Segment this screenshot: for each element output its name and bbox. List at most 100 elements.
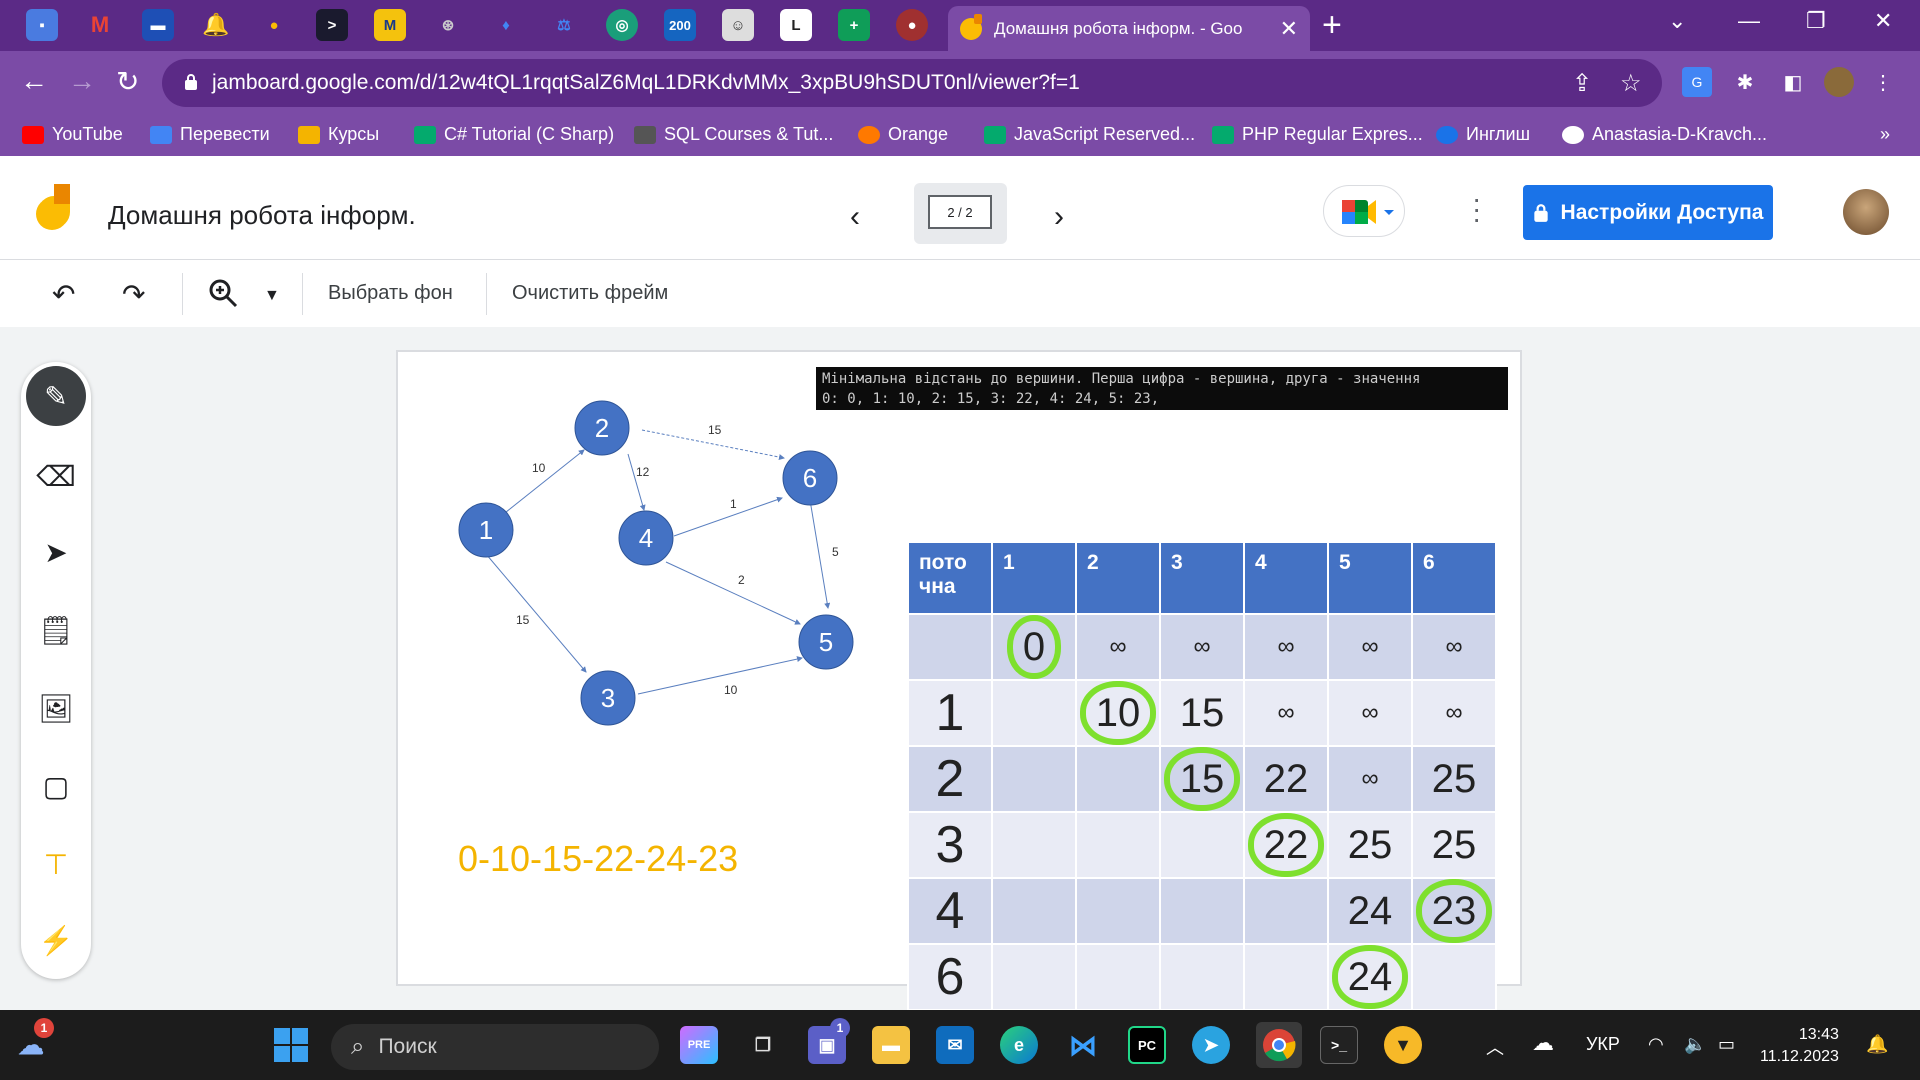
pinned-tab-bell-icon[interactable]: 🔔 bbox=[200, 9, 232, 41]
close-window-button[interactable]: ✕ bbox=[1874, 8, 1892, 34]
bookmark-orange[interactable]: Orange bbox=[858, 124, 948, 145]
new-tab-button[interactable]: + bbox=[1322, 6, 1342, 45]
pinned-tab-gmail-icon[interactable]: M bbox=[84, 9, 116, 41]
pycharm-icon[interactable]: PC bbox=[1128, 1026, 1166, 1064]
pen-tool[interactable]: ✎ bbox=[21, 366, 91, 426]
pinned-tab-avatar-icon[interactable]: ● bbox=[896, 9, 928, 41]
wifi-icon[interactable]: ◠ bbox=[1648, 1034, 1664, 1055]
zoom-icon[interactable] bbox=[208, 278, 238, 315]
active-tab[interactable]: Домашня робота інформ. - Goo ✕ bbox=[948, 6, 1310, 51]
eraser-tool[interactable]: ⌫ bbox=[21, 446, 91, 506]
close-tab-icon[interactable]: ✕ bbox=[1280, 16, 1298, 42]
edge-browser-icon[interactable]: e bbox=[1000, 1026, 1038, 1064]
answer-path-text[interactable]: 0-10-15-22-24-23 bbox=[458, 838, 738, 880]
volume-icon[interactable]: 🔈 bbox=[1684, 1034, 1706, 1055]
pinned-tab-idea-icon[interactable]: ♦ bbox=[490, 9, 522, 41]
minimize-button[interactable]: — bbox=[1738, 8, 1760, 34]
pinned-tab-m-icon[interactable]: M bbox=[374, 9, 406, 41]
previous-frame-button[interactable]: ‹ bbox=[850, 200, 860, 234]
language-indicator[interactable]: УКР bbox=[1586, 1034, 1620, 1055]
system-clock[interactable]: 13:43 11.12.2023 bbox=[1760, 1024, 1839, 1068]
lock-icon[interactable] bbox=[184, 73, 198, 91]
bookmarks-overflow-button[interactable]: » bbox=[1880, 124, 1890, 145]
start-windows-icon[interactable] bbox=[272, 1026, 310, 1064]
table-cell bbox=[1075, 811, 1161, 879]
pinned-tab-book-icon[interactable]: ▬ bbox=[142, 9, 174, 41]
bookmark-courses[interactable]: Курсы bbox=[298, 124, 379, 145]
notifications-bell-icon[interactable]: 🔔 bbox=[1866, 1034, 1888, 1055]
omnibox[interactable]: jamboard.google.com/d/12w4tQL1rqqtSalZ6M… bbox=[162, 59, 1662, 107]
chrome-menu-icon[interactable]: ⋮ bbox=[1868, 67, 1898, 97]
share-page-icon[interactable]: ⇪ bbox=[1572, 69, 1592, 98]
table-cell: ∞ bbox=[1327, 745, 1413, 813]
side-panel-icon[interactable]: ◧ bbox=[1778, 67, 1808, 97]
pinned-tab-contacts-icon[interactable]: ▪ bbox=[26, 9, 58, 41]
zoom-dropdown-icon[interactable]: ▼ bbox=[264, 287, 280, 305]
laser-tool[interactable]: ⚡ bbox=[21, 910, 91, 970]
shape-tool[interactable]: ▢ bbox=[21, 756, 91, 816]
pinned-tab-lightbulb-icon[interactable]: ● bbox=[258, 9, 290, 41]
vpn-shield-icon[interactable]: ▼ bbox=[1384, 1026, 1422, 1064]
tab-search-chevron-icon[interactable]: ⌄ bbox=[1668, 8, 1686, 34]
pinned-tab-circle-icon[interactable]: ◎ bbox=[606, 9, 638, 41]
restore-button[interactable]: ❐ bbox=[1806, 8, 1826, 34]
user-avatar[interactable] bbox=[1843, 189, 1889, 235]
teams-badge: 1 bbox=[830, 1018, 850, 1038]
pinned-tab-face-icon[interactable]: ☺ bbox=[722, 9, 754, 41]
pinned-tab-l-icon[interactable]: L bbox=[780, 9, 812, 41]
pinned-tab-chatgpt-icon[interactable]: ⊛ bbox=[432, 9, 464, 41]
onedrive-cloud-icon[interactable]: ☁ bbox=[1532, 1030, 1554, 1056]
undo-icon[interactable]: ↶ bbox=[52, 278, 75, 311]
bookmark-sql[interactable]: SQL Courses & Tut... bbox=[634, 124, 833, 145]
w3schools-icon bbox=[414, 125, 436, 144]
bookmark-github[interactable]: Anastasia-D-Kravch... bbox=[1562, 124, 1767, 145]
bookmark-csharp[interactable]: C# Tutorial (C Sharp) bbox=[414, 124, 614, 145]
sticky-note-tool[interactable]: 🗒 bbox=[21, 600, 91, 660]
bookmark-javascript[interactable]: JavaScript Reserved... bbox=[984, 124, 1195, 145]
bookmark-english[interactable]: Инглиш bbox=[1436, 124, 1530, 145]
edge-weight: 2 bbox=[738, 573, 745, 587]
copilot-icon[interactable]: PRE bbox=[680, 1026, 718, 1064]
table-cell bbox=[991, 745, 1077, 813]
clear-frame-button[interactable]: Очистить фрейм bbox=[512, 282, 668, 305]
battery-icon[interactable]: ▭ bbox=[1718, 1034, 1735, 1055]
forward-button[interactable]: → bbox=[68, 65, 96, 97]
jamboard-logo-icon[interactable] bbox=[34, 184, 74, 232]
back-button[interactable]: ← bbox=[20, 65, 48, 97]
reload-button[interactable]: ↻ bbox=[116, 65, 139, 98]
pinned-tab-scale-icon[interactable]: ⚖ bbox=[548, 9, 580, 41]
profile-avatar-icon[interactable] bbox=[1824, 67, 1854, 97]
pinned-tab-plus-icon[interactable]: + bbox=[838, 9, 870, 41]
more-options-icon[interactable]: · · · bbox=[1472, 185, 1481, 233]
vscode-icon[interactable]: ⋈ bbox=[1064, 1026, 1102, 1064]
url-text[interactable]: jamboard.google.com/d/12w4tQL1rqqtSalZ6M… bbox=[212, 71, 1080, 95]
text-box-tool[interactable]: ⊤ bbox=[21, 834, 91, 894]
frame-bar-button[interactable]: 2 / 2 bbox=[914, 183, 1007, 244]
show-hidden-icons-chevron[interactable]: ︿ bbox=[1486, 1034, 1504, 1060]
chrome-taskbar-button[interactable] bbox=[1256, 1022, 1302, 1068]
next-frame-button[interactable]: › bbox=[1054, 200, 1064, 234]
file-explorer-icon[interactable]: ▬ bbox=[872, 1026, 910, 1064]
taskbar-search[interactable]: ⌕ Поиск bbox=[331, 1024, 659, 1070]
pinned-tab-terminal-icon[interactable]: > bbox=[316, 9, 348, 41]
redo-icon[interactable]: ↷ bbox=[122, 278, 145, 311]
document-title[interactable]: Домашня робота інформ. bbox=[108, 200, 416, 231]
google-translate-extension-icon[interactable]: G bbox=[1682, 67, 1712, 97]
meet-button[interactable] bbox=[1323, 185, 1405, 237]
share-button[interactable]: Настройки Доступа bbox=[1523, 185, 1773, 240]
table-cell bbox=[991, 679, 1077, 747]
pinned-tab-200-icon[interactable]: 200 bbox=[664, 9, 696, 41]
telegram-icon[interactable]: ➤ bbox=[1192, 1026, 1230, 1064]
table-cell: 1 bbox=[907, 679, 993, 747]
bookmark-php[interactable]: PHP Regular Expres... bbox=[1212, 124, 1423, 145]
task-view-icon[interactable]: ❐ bbox=[744, 1026, 782, 1064]
select-tool[interactable]: ➤ bbox=[21, 522, 91, 582]
bookmark-translate[interactable]: Перевести bbox=[150, 124, 270, 145]
bookmark-star-icon[interactable]: ☆ bbox=[1620, 69, 1642, 98]
set-background-button[interactable]: Выбрать фон bbox=[328, 282, 453, 305]
bookmark-youtube[interactable]: YouTube bbox=[22, 124, 123, 145]
extensions-puzzle-icon[interactable]: ✱ bbox=[1730, 67, 1760, 97]
mail-icon[interactable]: ✉ bbox=[936, 1026, 974, 1064]
terminal-icon[interactable]: >_ bbox=[1320, 1026, 1358, 1064]
add-image-tool[interactable]: 🖼 bbox=[21, 678, 91, 738]
